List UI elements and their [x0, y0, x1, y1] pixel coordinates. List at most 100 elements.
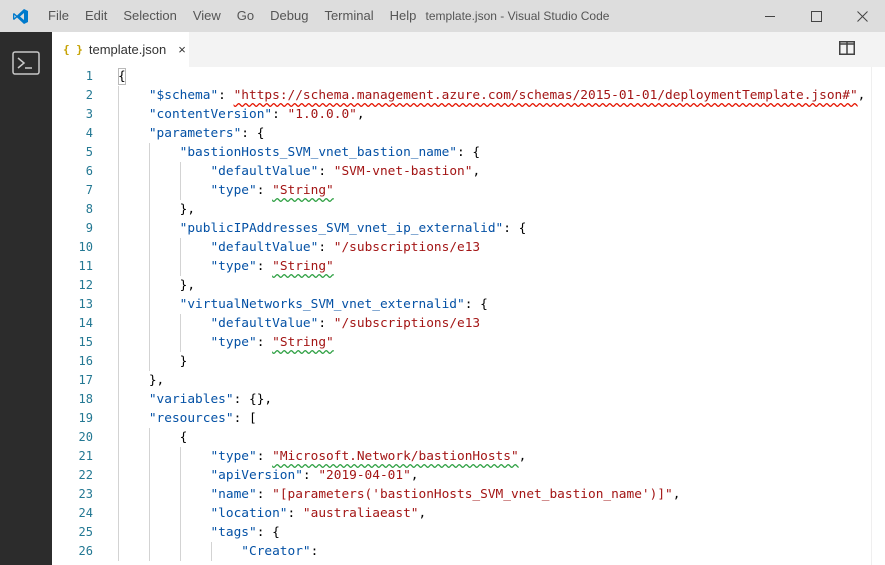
code-token: "$schema"	[148, 88, 219, 103]
indent-guide	[210, 542, 212, 561]
tab-close-button[interactable]: ×	[178, 42, 186, 57]
code-token: "publicIPAddresses_SVM_vnet_ip_externali…	[179, 221, 504, 236]
code-line: "resources": [	[118, 409, 257, 428]
line-number-gutter: 1 2 3 4 5 6 7 8 9 10 11 12 13 14 15 16 17 18 19 20 21 22 23 24 2…	[52, 67, 110, 565]
code-token: "String"	[272, 335, 334, 350]
code-token: : [	[233, 411, 257, 426]
code-line: }	[118, 352, 188, 371]
code-token: "SVM-vnet-bastion"	[333, 164, 473, 179]
code-token: :	[272, 107, 288, 122]
code-token: },	[118, 202, 196, 217]
tab-template-json[interactable]: { } template.json ×	[52, 32, 190, 67]
code-line: {	[118, 67, 126, 86]
code-token: :	[310, 544, 319, 559]
code-line: "name": "[parameters('bastionHosts_SVM_v…	[118, 485, 680, 504]
menu-selection[interactable]: Selection	[115, 0, 184, 32]
code-token: "apiVersion"	[210, 468, 303, 483]
code-line: },	[118, 200, 195, 219]
code-line: "location": "australiaeast",	[118, 504, 426, 523]
code-token: "variables"	[148, 392, 234, 407]
code-line: "parameters": {	[118, 124, 265, 143]
code-token: :	[256, 487, 273, 502]
indent-guide	[179, 238, 181, 276]
line-number: 7	[85, 183, 93, 197]
window-controls	[747, 0, 885, 32]
code-token: "defaultValue"	[210, 240, 319, 255]
menu-debug[interactable]: Debug	[262, 0, 316, 32]
indent-guide	[179, 447, 181, 561]
code-line: "defaultValue": "SVM-vnet-bastion",	[118, 162, 480, 181]
line-number: 2	[85, 88, 93, 102]
code-editor[interactable]: 1 2 3 4 5 6 7 8 9 10 11 12 13 14 15 16 17 18 19 20 21 22 23 24 2…	[52, 67, 885, 565]
line-number: 5	[85, 145, 93, 159]
code-token: :	[318, 316, 334, 331]
line-number: 12	[78, 278, 93, 292]
code-token: "/subscriptions/e13	[333, 240, 481, 255]
code-token: : {	[464, 297, 488, 312]
menu-view[interactable]: View	[185, 0, 229, 32]
line-number: 16	[78, 354, 93, 368]
code-line: },	[118, 276, 195, 295]
code-line: "type": "String"	[118, 181, 333, 200]
code-token: : {	[503, 221, 527, 236]
code-area[interactable]: { "$schema": "https://schema.management.…	[118, 67, 885, 565]
code-token: ,	[518, 449, 527, 464]
split-editor-button[interactable]	[839, 41, 857, 57]
code-token: },	[118, 373, 165, 388]
code-line: "type": "String"	[118, 257, 334, 276]
code-token: :	[318, 240, 334, 255]
code-token: "name"	[210, 487, 257, 502]
code-token: : {},	[233, 392, 273, 407]
code-line: "bastionHosts_SVM_vnet_bastion_name": {	[118, 143, 480, 162]
indent-guide	[179, 314, 181, 352]
code-token: "defaultValue"	[210, 316, 319, 331]
menu-edit[interactable]: Edit	[77, 0, 115, 32]
code-line: },	[118, 371, 164, 390]
code-token: :	[218, 88, 234, 103]
activity-item-terminal[interactable]	[0, 40, 52, 86]
minimize-button[interactable]	[747, 0, 793, 32]
code-token: "Microsoft.Network/bastionHosts"	[272, 449, 519, 464]
line-number: 3	[85, 107, 93, 121]
code-token: :	[302, 468, 319, 483]
menu-terminal[interactable]: Terminal	[316, 0, 381, 32]
activity-bar	[0, 32, 52, 565]
code-token: "type"	[210, 335, 257, 350]
indent-guide	[118, 86, 119, 561]
menu-help[interactable]: Help	[382, 0, 425, 32]
close-button[interactable]	[839, 0, 885, 32]
minimize-icon	[764, 15, 775, 17]
code-token: "contentVersion"	[148, 107, 273, 122]
menu-go[interactable]: Go	[229, 0, 262, 32]
code-token: "australiaeast"	[302, 506, 419, 521]
title-bar: File Edit Selection View Go Debug Termin…	[0, 0, 885, 32]
line-number: 22	[78, 468, 93, 482]
menu-file[interactable]: File	[40, 0, 77, 32]
line-number: 21	[78, 449, 93, 463]
code-token: "Creator"	[241, 544, 311, 559]
code-token: ,	[472, 164, 481, 179]
code-token: "String"	[272, 259, 334, 274]
close-icon	[856, 10, 868, 22]
code-token: "parameters"	[148, 126, 242, 141]
line-number: 6	[85, 164, 93, 178]
code-token: "defaultValue"	[210, 164, 319, 179]
code-token: :	[256, 259, 273, 274]
vertical-scrollbar[interactable]	[871, 67, 885, 565]
code-line: "variables": {},	[118, 390, 272, 409]
code-token: "resources"	[148, 411, 234, 426]
line-number: 23	[78, 487, 93, 501]
line-number: 18	[78, 392, 93, 406]
maximize-button[interactable]	[793, 0, 839, 32]
